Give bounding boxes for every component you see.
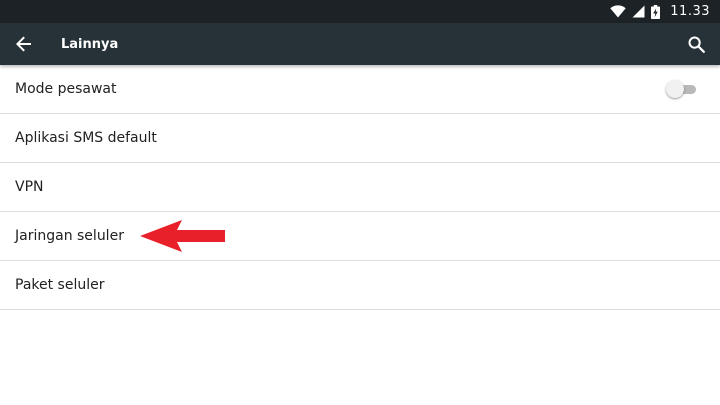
app-bar: Lainnya bbox=[0, 23, 720, 65]
setting-label: Jaringan seluler bbox=[15, 228, 124, 244]
airplane-mode-toggle[interactable] bbox=[666, 80, 696, 98]
setting-label: Aplikasi SMS default bbox=[15, 130, 157, 146]
back-button[interactable] bbox=[0, 23, 50, 65]
setting-paket-seluler[interactable]: Paket seluler bbox=[0, 261, 720, 310]
red-arrow-left-icon bbox=[140, 220, 225, 252]
status-time: 11.33 bbox=[670, 4, 710, 19]
toggle-thumb bbox=[666, 80, 684, 98]
cell-signal-icon bbox=[632, 5, 645, 18]
settings-list: Mode pesawat Aplikasi SMS default VPN Ja… bbox=[0, 65, 720, 310]
setting-label: VPN bbox=[15, 179, 44, 195]
search-button[interactable] bbox=[670, 23, 720, 65]
status-bar: 11.33 bbox=[0, 0, 720, 23]
search-icon bbox=[688, 36, 705, 53]
setting-label: Mode pesawat bbox=[15, 81, 117, 97]
setting-jaringan-seluler[interactable]: Jaringan seluler bbox=[0, 212, 720, 261]
wifi-icon bbox=[610, 5, 626, 18]
setting-aplikasi-sms-default[interactable]: Aplikasi SMS default bbox=[0, 114, 720, 163]
setting-label: Paket seluler bbox=[15, 277, 105, 293]
setting-vpn[interactable]: VPN bbox=[0, 163, 720, 212]
setting-mode-pesawat[interactable]: Mode pesawat bbox=[0, 65, 720, 114]
arrow-back-icon bbox=[16, 36, 31, 52]
battery-charging-icon bbox=[651, 4, 661, 19]
page-title: Lainnya bbox=[61, 36, 119, 52]
